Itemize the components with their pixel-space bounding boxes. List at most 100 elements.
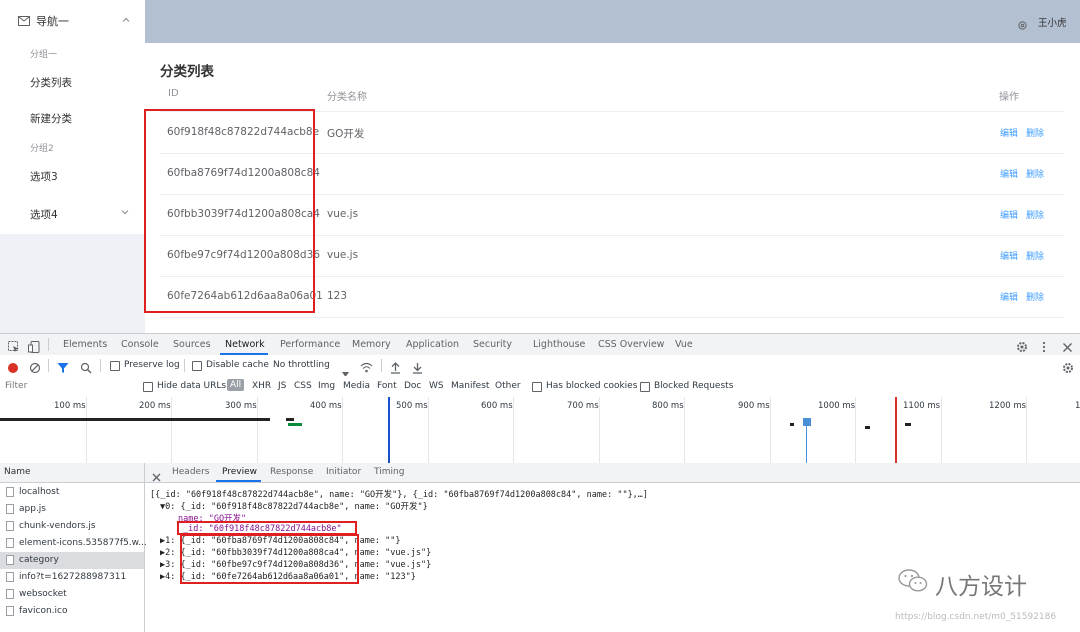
file-icon: [6, 521, 14, 531]
grid-line: [770, 397, 771, 463]
request-row[interactable]: info?t=1627288987311: [0, 569, 144, 586]
request-row[interactable]: favicon.ico: [0, 603, 144, 620]
nav-menu-title[interactable]: 导航一: [0, 7, 145, 35]
type-filter-xhr[interactable]: XHR: [252, 381, 271, 391]
cell-name: 123: [327, 290, 348, 302]
tab-css-overview[interactable]: CSS Overview: [598, 339, 664, 350]
file-icon: [6, 555, 14, 565]
tab-timing[interactable]: Timing: [374, 467, 404, 477]
tab-headers[interactable]: Headers: [172, 467, 209, 477]
edit-button[interactable]: 编辑: [1000, 126, 1018, 139]
request-bar: [806, 426, 807, 463]
type-filter-font[interactable]: Font: [377, 381, 397, 391]
delete-button[interactable]: 删除: [1026, 126, 1044, 139]
tab-security[interactable]: Security: [473, 339, 512, 350]
tab-console[interactable]: Console: [121, 339, 159, 350]
tab-lighthouse[interactable]: Lighthouse: [533, 339, 585, 350]
type-filter-manifest[interactable]: Manifest: [451, 381, 489, 391]
file-icon: [6, 538, 14, 548]
watermark-brand: 八方设计: [935, 574, 1027, 600]
sidebar-item-option3[interactable]: 选项3: [30, 169, 58, 184]
blocked-requests-checkbox[interactable]: [640, 382, 650, 392]
type-filter-js[interactable]: JS: [278, 381, 286, 391]
tab-performance[interactable]: Performance: [280, 339, 340, 350]
edit-button[interactable]: 编辑: [1000, 167, 1018, 180]
delete-button[interactable]: 删除: [1026, 167, 1044, 180]
network-toolbar: Preserve log Disable cache No throttling: [0, 355, 1080, 377]
type-filter-media[interactable]: Media: [343, 381, 370, 391]
preview-array-summary[interactable]: [{_id: "60f918f48c87822d744acb8e", name:…: [150, 488, 648, 500]
grid-line: [171, 397, 172, 463]
tick-label: 600 ms: [481, 401, 513, 411]
tick-label: 900 ms: [738, 401, 770, 411]
sidebar: 导航一 分组一 分类列表 新建分类 分组2 选项3 选项4: [0, 0, 145, 333]
grid-line: [599, 397, 600, 463]
page-title: 分类列表: [160, 64, 214, 80]
gear-icon[interactable]: [1017, 16, 1028, 30]
network-filter-bar: Hide data URLs All XHR JS CSS Img Media …: [0, 376, 1080, 398]
type-filter-ws[interactable]: WS: [429, 381, 444, 391]
tick-label: 1200 ms: [989, 401, 1027, 411]
request-row[interactable]: websocket: [0, 586, 144, 603]
menu-group-1: 分组一: [30, 50, 58, 60]
preserve-log-checkbox[interactable]: [110, 361, 120, 371]
edit-button[interactable]: 编辑: [1000, 249, 1018, 262]
request-list-header[interactable]: Name: [0, 463, 144, 483]
request-bar: [790, 423, 794, 426]
throttling-select[interactable]: No throttling: [273, 360, 330, 370]
grid-line: [428, 397, 429, 463]
type-filter-other[interactable]: Other: [495, 381, 521, 391]
tab-elements[interactable]: Elements: [63, 339, 107, 350]
dom-content-loaded-line: [388, 397, 390, 463]
delete-button[interactable]: 删除: [1026, 290, 1044, 303]
sidebar-item-new-category[interactable]: 新建分类: [30, 111, 72, 126]
edit-button[interactable]: 编辑: [1000, 208, 1018, 221]
disable-cache-checkbox[interactable]: [192, 361, 202, 371]
tab-preview[interactable]: Preview: [222, 467, 257, 477]
edit-button[interactable]: 编辑: [1000, 290, 1018, 303]
delete-button[interactable]: 删除: [1026, 208, 1044, 221]
request-row-selected[interactable]: category: [0, 552, 144, 569]
tick-label: 1: [1075, 401, 1080, 411]
type-filter-img[interactable]: Img: [318, 381, 335, 391]
request-bar: [286, 418, 294, 421]
tab-network[interactable]: Network: [225, 339, 265, 350]
disable-cache-label: Disable cache: [206, 360, 269, 370]
user-name[interactable]: 王小虎: [1038, 15, 1067, 29]
request-row[interactable]: element-icons.535877f5.w...: [0, 535, 147, 552]
hide-data-urls-checkbox[interactable]: [143, 382, 153, 392]
hide-data-urls-label: Hide data URLs: [157, 381, 227, 391]
network-overview-timeline[interactable]: 100 ms 200 ms 300 ms 400 ms 500 ms 600 m…: [0, 397, 1080, 464]
tab-sources[interactable]: Sources: [173, 339, 211, 350]
tab-memory[interactable]: Memory: [352, 339, 391, 350]
tick-label: 100 ms: [54, 401, 86, 411]
filter-input[interactable]: [2, 379, 138, 393]
detail-tabbar: Headers Preview Response Initiator Timin…: [145, 463, 1080, 483]
tab-application[interactable]: Application: [406, 339, 459, 350]
close-detail-icon[interactable]: [152, 467, 161, 486]
grid-line: [941, 397, 942, 463]
request-row[interactable]: chunk-vendors.js: [0, 518, 144, 535]
tab-response[interactable]: Response: [270, 467, 313, 477]
toolbar-divider: [100, 359, 101, 372]
grid-line: [257, 397, 258, 463]
tab-initiator[interactable]: Initiator: [326, 467, 361, 477]
blocked-cookies-checkbox[interactable]: [532, 382, 542, 392]
watermark-url: https://blog.csdn.net/m0_51592186: [895, 612, 1057, 622]
request-list: Name localhost app.js chunk-vendors.js e…: [0, 463, 147, 632]
column-header-id: ID: [168, 88, 179, 99]
request-bar: [0, 418, 270, 421]
sidebar-item-option4[interactable]: 选项4: [30, 207, 129, 222]
type-filter-css[interactable]: CSS: [294, 381, 312, 391]
sidebar-item-category-list[interactable]: 分类列表: [30, 75, 72, 90]
request-name: element-icons.535877f5.w...: [19, 538, 147, 548]
type-filter-all[interactable]: All: [227, 379, 245, 391]
tab-vue[interactable]: Vue: [675, 339, 693, 350]
request-row[interactable]: localhost: [0, 484, 144, 501]
preview-item-0[interactable]: ▼0: {_id: "60f918f48c87822d744acb8e", na…: [160, 500, 428, 512]
cell-name: vue.js: [327, 249, 359, 261]
request-row[interactable]: app.js: [0, 501, 144, 518]
toolbar-divider: [48, 359, 49, 372]
delete-button[interactable]: 删除: [1026, 249, 1044, 262]
type-filter-doc[interactable]: Doc: [404, 381, 421, 391]
